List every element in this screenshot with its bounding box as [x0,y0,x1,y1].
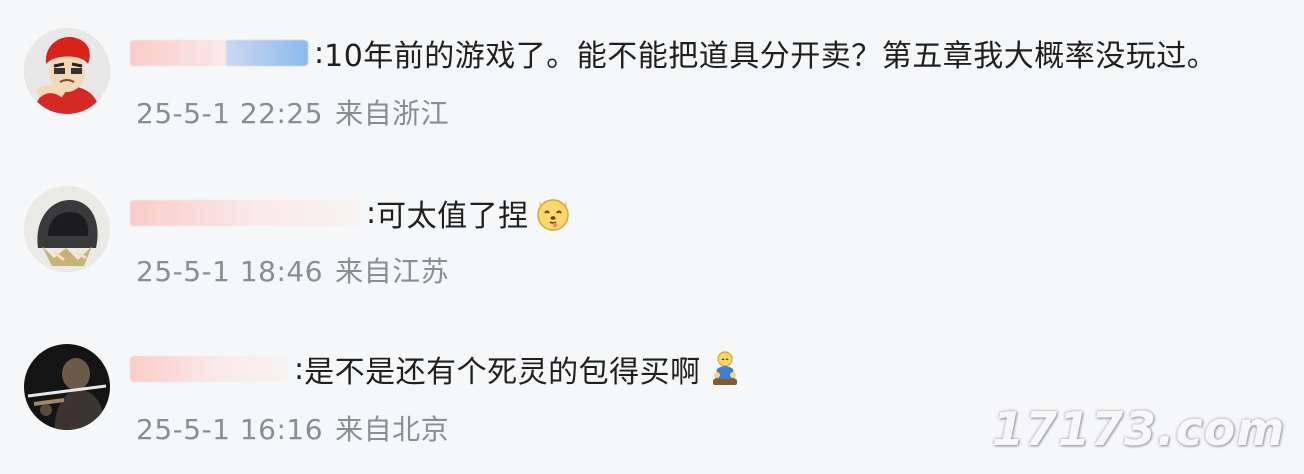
dog-face-emoji-icon [533,193,573,233]
avatar-hooded-figure-icon [24,186,110,272]
username-blurred[interactable]: ████████████ [130,200,360,226]
comment-time: 25-5-1 16:16 [136,413,324,446]
comment-location: 来自江苏 [335,255,450,288]
comment-meta: 25-5-1 22:25 来自浙江 [136,92,449,132]
user-avatar[interactable] [24,344,110,430]
user-avatar[interactable] [24,186,110,272]
comment-text: 是不是还有个死灵的包得买啊 [304,355,701,390]
comment-line: ████████████ : 可太值了捏 [130,188,573,238]
comment-text: 可太值了捏 [376,199,529,234]
avatar-dark-warrior-icon [24,344,110,430]
avatar-cartoon-icon [24,28,110,114]
kneeling-person-emoji-icon [705,349,745,389]
site-watermark: 17173.com [992,402,1286,456]
colon-separator: : [294,351,305,387]
comment-time: 25-5-1 22:25 [136,97,324,130]
comment-time: 25-5-1 18:46 [136,255,324,288]
comment-item: ████████ : 10年前的游戏了。能不能把道具分开卖？第五章我大概率没玩过… [0,0,1304,150]
username-blurred[interactable]: ████████ [130,40,308,66]
user-avatar[interactable] [24,28,110,114]
comment-meta: 25-5-1 16:16 来自北京 [136,408,449,448]
comment-line: ████████ : 10年前的游戏了。能不能把道具分开卖？第五章我大概率没玩过… [130,28,1217,78]
comment-location: 来自浙江 [335,97,450,130]
comment-item: ████████████ : 可太值了捏 25-5-1 18:46 来自江苏 [0,158,1304,308]
comment-meta: 25-5-1 18:46 来自江苏 [136,250,449,290]
comment-line: ████████████ : 是不是还有个死灵的包得买啊 [130,344,745,394]
colon-separator: : [366,195,377,231]
username-blurred[interactable]: ████████████ [130,356,288,382]
comment-text: 10年前的游戏了。能不能把道具分开卖？第五章我大概率没玩过。 [324,39,1218,74]
colon-separator: : [314,35,325,71]
comment-location: 来自北京 [335,413,450,446]
